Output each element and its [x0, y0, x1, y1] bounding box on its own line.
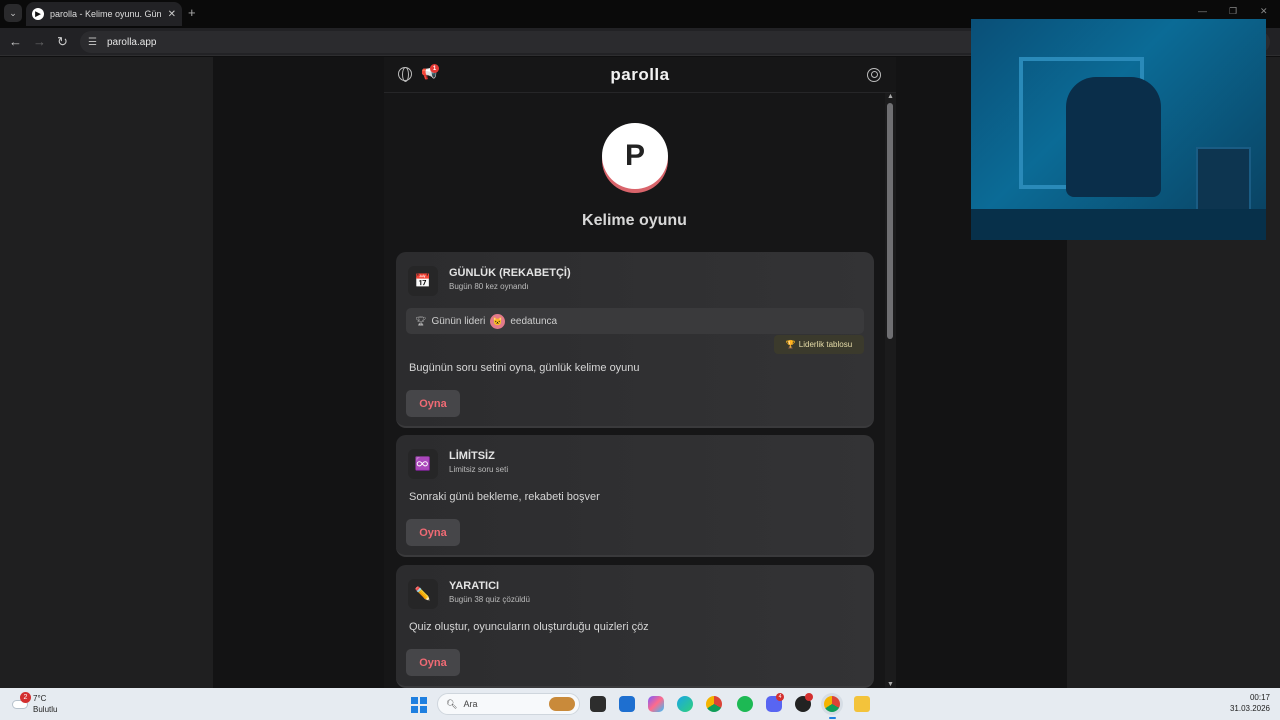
taskbar-search[interactable]: 🔍︎ Ara: [437, 693, 580, 715]
scroll-down-icon[interactable]: ▼: [887, 681, 894, 688]
unlimited-mode-card: ♾️ LİMİTSİZ Limitsiz soru seti Sonraki g…: [396, 435, 874, 557]
parolla-favicon: ▶: [32, 8, 44, 20]
pencil-icon: ✏️: [408, 579, 438, 609]
task-view-icon[interactable]: [590, 696, 606, 712]
daily-leader-row: 🏆︎ Günün lideri 😺 eedatunca: [406, 308, 864, 334]
parolla-app: 📢 1 parolla P Kelime oyunu 📅 GÜNLÜK (REK…: [384, 57, 896, 688]
card-title: LİMİTSİZ: [449, 450, 495, 462]
minimize-icon[interactable]: —: [1198, 6, 1207, 16]
play-creative-button[interactable]: Oyna: [406, 649, 460, 676]
card-subtitle: Bugün 80 kez oynandı: [449, 282, 529, 291]
active-app-indicator: [829, 717, 836, 719]
tab-close-icon[interactable]: ✕: [168, 9, 176, 20]
parolla-logo: P: [602, 123, 668, 189]
url-text: parolla.app: [106, 36, 157, 48]
back-arrow-icon[interactable]: ←: [9, 34, 22, 49]
leader-label: Günün lideri: [431, 315, 486, 327]
outlook-icon[interactable]: [619, 696, 635, 712]
reload-icon[interactable]: ↻: [57, 34, 68, 50]
webcam-desk: [971, 209, 1266, 240]
new-tab-button[interactable]: +: [188, 5, 196, 20]
weather-condition: Bulutlu: [33, 705, 58, 714]
clock-time[interactable]: 00:17: [1226, 693, 1270, 702]
scrollbar-thumb[interactable]: [887, 103, 893, 339]
weather-temperature: 7°C: [33, 694, 47, 703]
creative-mode-card: ✏️ YARATICI Bugün 38 quiz çözüldü Quiz o…: [396, 565, 874, 688]
leaderboard-label: Liderlik tablosu: [798, 340, 853, 349]
webcam-overlay: [971, 19, 1266, 240]
scroll-up-icon[interactable]: ▲: [887, 93, 894, 100]
discord-badge: 4: [776, 693, 784, 701]
trophy-icon: 🏆: [785, 340, 796, 349]
spotify-icon[interactable]: [737, 696, 753, 712]
leader-name[interactable]: eedatunca: [510, 316, 557, 327]
page-title: Kelime oyunu: [582, 212, 687, 229]
card-title: GÜNLÜK (REKABETÇİ): [449, 267, 571, 279]
copilot-icon[interactable]: [648, 696, 664, 712]
brand-logo-text[interactable]: parolla: [384, 65, 896, 85]
search-icon: 🔍︎: [446, 698, 458, 709]
play-daily-button[interactable]: Oyna: [406, 390, 460, 417]
leaderboard-button[interactable]: 🏆 Liderlik tablosu: [774, 335, 864, 354]
windows-start-icon[interactable]: [411, 697, 427, 713]
play-unlimited-button[interactable]: Oyna: [406, 519, 460, 546]
search-placeholder: Ara: [463, 699, 478, 709]
site-settings-icon[interactable]: ☰: [88, 37, 97, 48]
tab-title: parolla - Kelime oyunu. Günlük: [50, 9, 162, 19]
card-description: Bugünün soru setini oyna, günlük kelime …: [409, 362, 640, 374]
webcam-gaming-chair: [1066, 77, 1161, 197]
daily-mode-card: 📅 GÜNLÜK (REKABETÇİ) Bugün 80 kez oynand…: [396, 252, 874, 428]
windows-taskbar: 2 7°C Bulutlu 🔍︎ Ara 4 00:17 31.03.2026: [0, 688, 1280, 720]
search-highlight-image: [549, 697, 575, 711]
chrome-active-icon[interactable]: [824, 696, 840, 712]
tab-search-button[interactable]: ⌄: [4, 4, 22, 22]
browser-tab[interactable]: ▶ parolla - Kelime oyunu. Günlük ✕: [26, 2, 182, 26]
card-description: Sonraki günü bekleme, rekabeti boşver: [409, 491, 600, 503]
infinity-icon: ♾️: [408, 449, 438, 479]
obs-recording-badge: [805, 693, 813, 701]
user-profile-icon[interactable]: [867, 68, 881, 82]
weather-badge: 2: [20, 692, 31, 703]
app-scrollbar[interactable]: ▲ ▼: [885, 93, 896, 688]
app-header: 📢 1 parolla: [384, 57, 896, 93]
chrome-icon[interactable]: [706, 696, 722, 712]
card-subtitle: Bugün 38 quiz çözüldü: [449, 595, 530, 604]
calendar-icon: 📅: [408, 266, 438, 296]
edge-icon[interactable]: [677, 696, 693, 712]
card-description: Quiz oluştur, oyuncuların oluşturduğu qu…: [409, 621, 649, 633]
forward-arrow-icon[interactable]: →: [33, 34, 46, 49]
trophy-outline-icon: 🏆︎: [415, 315, 427, 326]
restore-icon[interactable]: ❐: [1229, 6, 1237, 17]
file-explorer-icon[interactable]: [854, 696, 870, 712]
window-close-icon[interactable]: ✕: [1260, 6, 1268, 17]
leader-avatar: 😺: [490, 313, 506, 329]
card-title: YARATICI: [449, 580, 500, 592]
clock-date[interactable]: 31.03.2026: [1216, 704, 1270, 713]
card-subtitle: Limitsiz soru seti: [449, 465, 509, 474]
